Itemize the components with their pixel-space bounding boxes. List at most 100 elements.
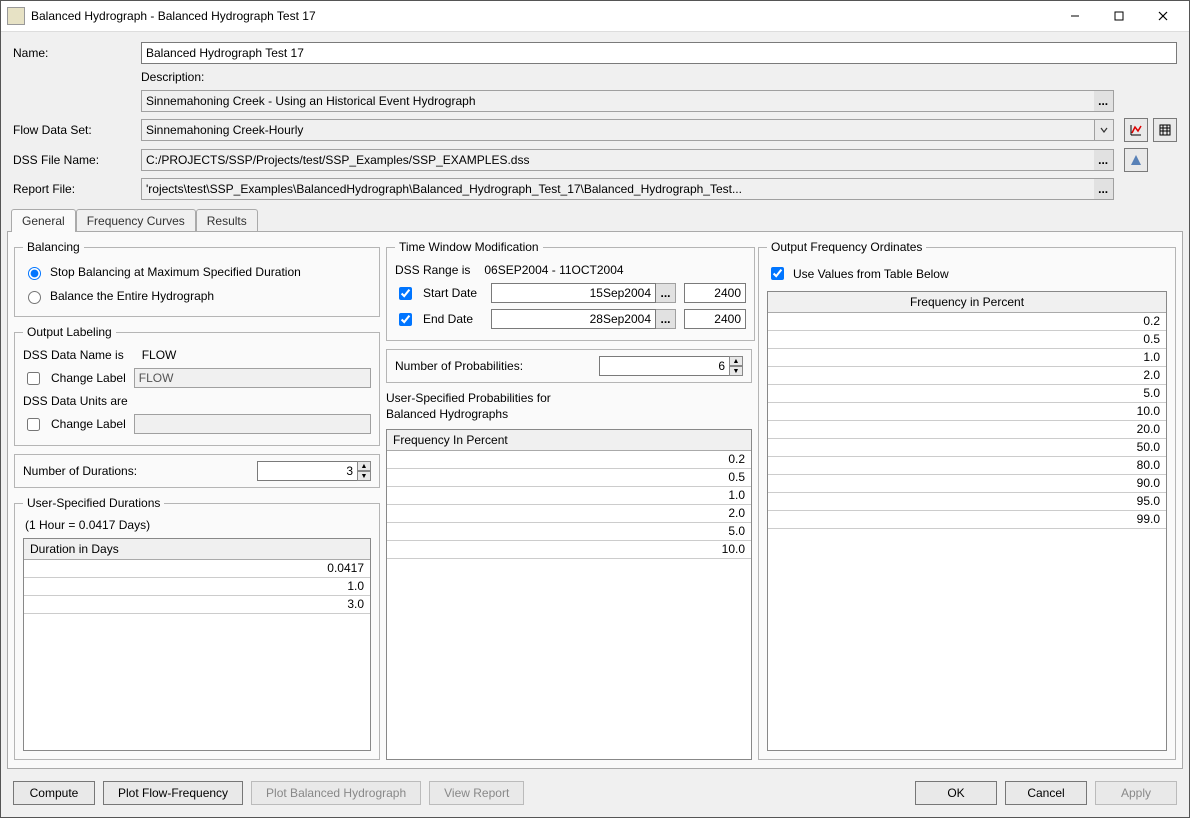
- minimize-button[interactable]: [1053, 2, 1097, 30]
- table-row[interactable]: 0.2: [768, 313, 1166, 331]
- change-label-1-input: [134, 368, 371, 388]
- app-window: Balanced Hydrograph - Balanced Hydrograp…: [0, 0, 1190, 818]
- tab-results[interactable]: Results: [196, 209, 258, 232]
- table-row[interactable]: 5.0: [768, 385, 1166, 403]
- plot-icon-button[interactable]: [1124, 118, 1148, 142]
- tab-frequency-curves[interactable]: Frequency Curves: [76, 209, 196, 232]
- tab-general[interactable]: General: [11, 209, 76, 232]
- flowset-value: Sinnemahoning Creek-Hourly: [141, 119, 1094, 141]
- change-label-1-checkbox[interactable]: [27, 372, 40, 385]
- plot-flow-frequency-button[interactable]: Plot Flow-Frequency: [103, 781, 243, 805]
- end-date-browse[interactable]: ...: [656, 309, 676, 329]
- output-freq-group: Output Frequency Ordinates Use Values fr…: [758, 240, 1176, 760]
- user-probs-title1: User-Specified Probabilities for: [386, 391, 752, 405]
- table-row[interactable]: 10.0: [387, 541, 751, 559]
- column-right: Output Frequency Ordinates Use Values fr…: [758, 240, 1176, 760]
- table-row[interactable]: 10.0: [768, 403, 1166, 421]
- app-icon: [7, 7, 25, 25]
- use-values-checkbox[interactable]: [771, 267, 784, 280]
- change-label-2-checkbox[interactable]: [27, 418, 40, 431]
- titlebar: Balanced Hydrograph - Balanced Hydrograp…: [1, 1, 1189, 32]
- table-row[interactable]: 5.0: [387, 523, 751, 541]
- histogram-icon-button[interactable]: [1124, 148, 1148, 172]
- user-probs-header: Frequency In Percent: [387, 430, 751, 451]
- footer: Compute Plot Flow-Frequency Plot Balance…: [7, 775, 1183, 817]
- start-date-label: Start Date: [423, 286, 483, 300]
- user-probs-table[interactable]: Frequency In Percent 0.20.51.02.05.010.0: [386, 429, 752, 760]
- reportfile-browse-button[interactable]: ...: [1094, 178, 1114, 200]
- dss-data-name-label: DSS Data Name is: [23, 348, 124, 362]
- durations-header: Duration in Days: [24, 539, 370, 560]
- balancing-opt-entire-label: Balance the Entire Hydrograph: [50, 289, 214, 303]
- use-values-label: Use Values from Table Below: [793, 267, 949, 281]
- table-row[interactable]: 2.0: [387, 505, 751, 523]
- change-label-1-text: Change Label: [51, 371, 126, 385]
- reportfile-label: Report File:: [13, 182, 133, 196]
- table-row[interactable]: 50.0: [768, 439, 1166, 457]
- close-button[interactable]: [1141, 2, 1185, 30]
- description-field[interactable]: Sinnemahoning Creek - Using an Historica…: [141, 90, 1094, 112]
- ok-button[interactable]: OK: [915, 781, 997, 805]
- compute-button[interactable]: Compute: [13, 781, 95, 805]
- balancing-opt-entire[interactable]: [28, 291, 41, 304]
- table-row[interactable]: 0.0417: [24, 560, 370, 578]
- start-time-input[interactable]: [684, 283, 746, 303]
- table-row[interactable]: 1.0: [387, 487, 751, 505]
- num-prob-input[interactable]: [599, 356, 729, 376]
- output-freq-legend: Output Frequency Ordinates: [767, 240, 926, 254]
- table-icon-button[interactable]: [1153, 118, 1177, 142]
- maximize-button[interactable]: [1097, 2, 1141, 30]
- table-row[interactable]: 80.0: [768, 457, 1166, 475]
- num-durations-label: Number of Durations:: [23, 464, 137, 478]
- reportfile-field[interactable]: 'rojects\test\SSP_Examples\BalancedHydro…: [141, 178, 1094, 200]
- end-date-checkbox[interactable]: [399, 313, 412, 326]
- balancing-group: Balancing Stop Balancing at Maximum Spec…: [14, 240, 380, 317]
- start-date-input[interactable]: [491, 283, 656, 303]
- change-label-2-input: [134, 414, 371, 434]
- table-row[interactable]: 20.0: [768, 421, 1166, 439]
- end-time-input[interactable]: [684, 309, 746, 329]
- table-row[interactable]: 0.2: [387, 451, 751, 469]
- description-browse-button[interactable]: ...: [1094, 90, 1114, 112]
- num-prob-spinner[interactable]: ▲▼: [729, 356, 743, 376]
- dssfile-browse-button[interactable]: ...: [1094, 149, 1114, 171]
- output-freq-table[interactable]: Frequency in Percent 0.20.51.02.05.010.0…: [767, 291, 1167, 751]
- table-row[interactable]: 3.0: [24, 596, 370, 614]
- dss-range-label: DSS Range is: [395, 263, 470, 277]
- balancing-legend: Balancing: [23, 240, 84, 254]
- table-row[interactable]: 1.0: [24, 578, 370, 596]
- num-prob-label: Number of Probabilities:: [395, 359, 523, 373]
- durations-table[interactable]: Duration in Days 0.04171.03.0: [23, 538, 371, 751]
- output-labeling-group: Output Labeling DSS Data Name is FLOW Ch…: [14, 325, 380, 446]
- description-label: Description:: [141, 70, 1114, 84]
- name-input[interactable]: [141, 42, 1177, 64]
- window-title: Balanced Hydrograph - Balanced Hydrograp…: [31, 9, 1053, 23]
- balancing-opt-stop-label: Stop Balancing at Maximum Specified Dura…: [50, 265, 301, 279]
- dss-data-units-label: DSS Data Units are: [23, 394, 128, 408]
- flowset-combo[interactable]: Sinnemahoning Creek-Hourly: [141, 119, 1114, 141]
- table-row[interactable]: 2.0: [768, 367, 1166, 385]
- table-row[interactable]: 99.0: [768, 511, 1166, 529]
- tab-general-body: Balancing Stop Balancing at Maximum Spec…: [7, 232, 1183, 769]
- balancing-opt-stop[interactable]: [28, 267, 41, 280]
- table-row[interactable]: 0.5: [768, 331, 1166, 349]
- start-date-checkbox[interactable]: [399, 287, 412, 300]
- header-form: Name: Description: Sinnemahoning Creek -…: [7, 36, 1183, 208]
- view-report-button: View Report: [429, 781, 524, 805]
- apply-button: Apply: [1095, 781, 1177, 805]
- output-freq-header: Frequency in Percent: [768, 292, 1166, 313]
- table-row[interactable]: 1.0: [768, 349, 1166, 367]
- flowset-label: Flow Data Set:: [13, 123, 133, 137]
- name-label: Name:: [13, 46, 133, 60]
- table-row[interactable]: 0.5: [387, 469, 751, 487]
- start-date-browse[interactable]: ...: [656, 283, 676, 303]
- cancel-button[interactable]: Cancel: [1005, 781, 1087, 805]
- table-row[interactable]: 90.0: [768, 475, 1166, 493]
- tab-bar: General Frequency Curves Results: [7, 208, 1183, 232]
- num-durations-input[interactable]: [257, 461, 357, 481]
- end-date-input[interactable]: [491, 309, 656, 329]
- user-durations-note: (1 Hour = 0.0417 Days): [23, 516, 371, 538]
- num-durations-spinner[interactable]: ▲▼: [357, 461, 371, 481]
- table-row[interactable]: 95.0: [768, 493, 1166, 511]
- dssfile-field[interactable]: C:/PROJECTS/SSP/Projects/test/SSP_Exampl…: [141, 149, 1094, 171]
